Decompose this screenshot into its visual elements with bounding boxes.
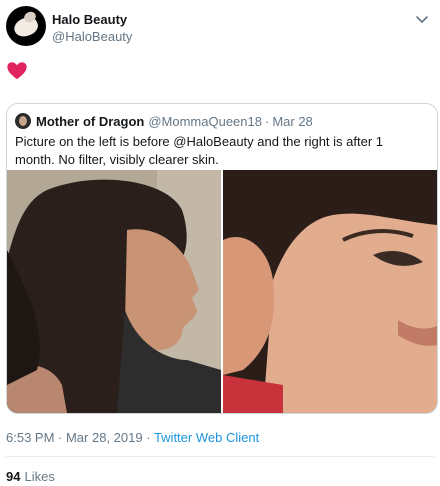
separator-dot: ·	[264, 113, 270, 129]
likes-count: 94	[6, 469, 21, 484]
author-handle[interactable]: @HaloBeauty	[52, 29, 132, 44]
quoted-date: Mar 28	[272, 113, 313, 129]
quoted-author-name: Mother of Dragon	[36, 113, 145, 129]
quoted-tweet-header: Mother of Dragon @MommaQueen18 · Mar 28	[15, 112, 313, 130]
quoted-tweet[interactable]: Mother of Dragon @MommaQueen18 · Mar 28 …	[6, 103, 438, 414]
quoted-author-avatar	[15, 113, 31, 129]
tweet-client-link[interactable]: Twitter Web Client	[154, 430, 259, 445]
separator-dot: ·	[146, 430, 151, 445]
author-name[interactable]: Halo Beauty	[52, 12, 127, 27]
tweet-header: Halo Beauty @HaloBeauty	[6, 6, 434, 50]
tweet-meta: 6:53 PM · Mar 28, 2019 · Twitter Web Cli…	[6, 430, 259, 445]
divider	[6, 456, 434, 457]
likes-stat[interactable]: 94 Likes	[6, 469, 55, 484]
after-photo-image	[223, 170, 437, 413]
tweet-timestamp[interactable]: 6:53 PM · Mar 28, 2019	[6, 430, 143, 445]
before-photo-image	[7, 170, 221, 413]
chevron-down-icon[interactable]	[414, 12, 430, 28]
heart-emoji-icon	[7, 62, 27, 80]
before-photo[interactable]	[7, 170, 221, 413]
photo-grid	[7, 170, 437, 413]
quoted-tweet-text: Picture on the left is before @HaloBeaut…	[15, 134, 384, 167]
quoted-author-handle: @MommaQueen18	[148, 113, 262, 129]
after-photo[interactable]	[223, 170, 437, 413]
author-avatar[interactable]	[6, 6, 46, 46]
likes-label: Likes	[24, 469, 55, 484]
